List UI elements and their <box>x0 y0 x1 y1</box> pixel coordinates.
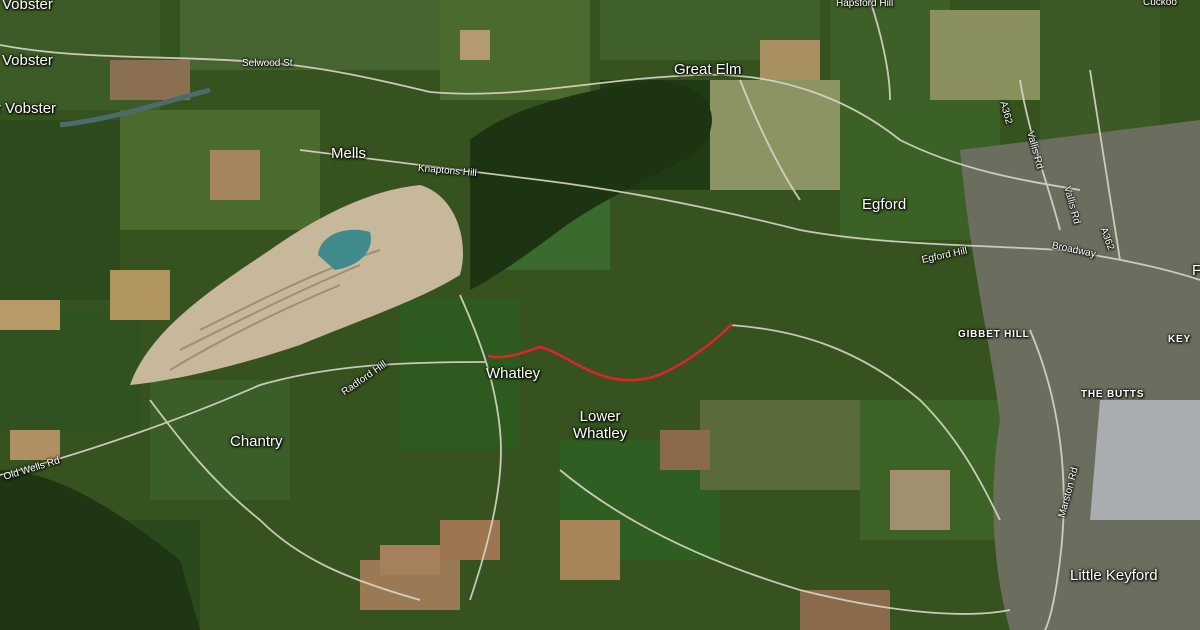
road-label-hapsford-hill: Hapsford Hill <box>836 0 894 9</box>
place-label-chantry[interactable]: Chantry <box>230 433 283 450</box>
place-label-mells[interactable]: Mells <box>331 145 366 162</box>
place-label-cuckoo[interactable]: Cuckoo <box>1143 0 1177 8</box>
district-label-the-butts[interactable]: THE BUTTS <box>1081 389 1144 400</box>
place-label-egford[interactable]: Egford <box>862 196 906 213</box>
industrial-area <box>1090 400 1200 520</box>
map-imagery <box>0 0 1200 630</box>
place-label-little-keyford[interactable]: Little Keyford <box>1070 567 1158 584</box>
place-label-vobster-top[interactable]: Vobster <box>2 0 53 13</box>
place-label-r-vobster[interactable]: r Vobster <box>0 100 56 117</box>
place-label-vobster[interactable]: Vobster <box>2 52 53 69</box>
town-area <box>960 120 1200 630</box>
satellite-map[interactable]: Vobster Vobster r Vobster Mells Great El… <box>0 0 1200 630</box>
place-label-key-edge[interactable]: KEY <box>1168 334 1191 345</box>
district-label-gibbet-hill[interactable]: GIBBET HILL <box>958 329 1030 340</box>
place-label-lower-whatley[interactable]: Lower Whatley <box>573 408 627 442</box>
place-label-f-edge[interactable]: F <box>1192 262 1200 279</box>
road-label-selwood-st: Selwood St <box>242 58 293 69</box>
place-label-whatley[interactable]: Whatley <box>486 365 540 382</box>
place-label-great-elm[interactable]: Great Elm <box>674 61 742 78</box>
